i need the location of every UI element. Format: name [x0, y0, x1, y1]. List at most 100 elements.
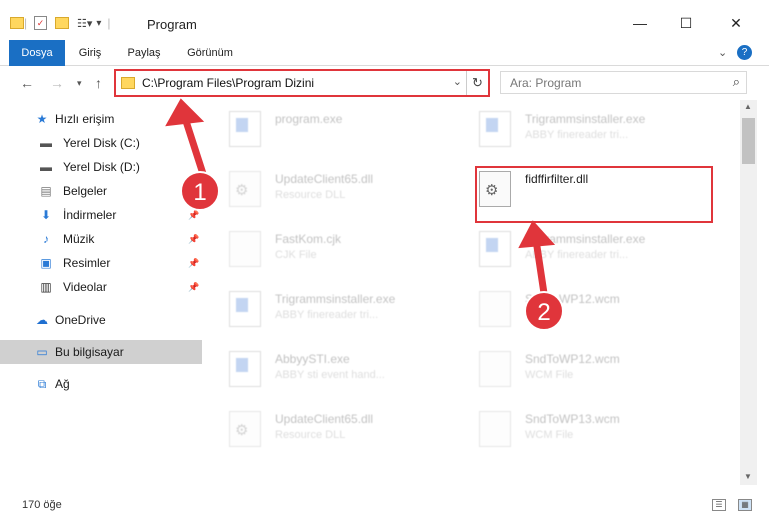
help-icon[interactable]: ?: [737, 45, 752, 60]
cloud-icon: ☁: [36, 313, 48, 327]
close-button[interactable]: ✕: [713, 8, 759, 38]
sidebar-item-this-pc[interactable]: ▭ Bu bilgisayar: [0, 340, 202, 364]
navigation-pane: ★ Hızlı erişim ▬ Yerel Disk (C:) ▬ Yerel…: [0, 100, 205, 485]
title-bar: | ✓ ☷▾ ▾ | Program — ☐ ✕: [0, 0, 769, 40]
video-icon: ▥: [40, 280, 52, 294]
file-type: Resource DLL: [275, 429, 346, 441]
sidebar-item-drive-c[interactable]: ▬ Yerel Disk (C:): [0, 131, 202, 155]
view-menu-icon[interactable]: ☷▾: [77, 17, 92, 30]
sidebar-item-label: Videolar: [63, 280, 107, 294]
sidebar-item-pictures[interactable]: ▣ Resimler 📌: [0, 251, 202, 275]
sidebar-item-label: Ağ: [55, 377, 70, 391]
file-icon: [479, 351, 511, 387]
pin-icon[interactable]: 📌: [188, 234, 199, 245]
back-arrow-icon[interactable]: ←: [20, 75, 34, 91]
folder-icon: [10, 17, 24, 29]
maximize-button[interactable]: ☐: [663, 8, 709, 38]
sidebar-item-label: Müzik: [63, 232, 95, 246]
pin-icon[interactable]: 📌: [188, 258, 199, 269]
music-icon: ♪: [43, 232, 49, 246]
scroll-down-icon[interactable]: ▼: [744, 472, 752, 481]
file-name: SndToWP12.wcm: [525, 352, 620, 366]
recent-locations-icon[interactable]: ▾: [77, 78, 82, 89]
sidebar-item-network[interactable]: ⧉ Ağ: [0, 372, 202, 396]
sidebar-item-label: OneDrive: [55, 313, 106, 327]
search-input[interactable]: Ara: Program: [510, 76, 581, 90]
expand-ribbon-icon[interactable]: ⌄: [718, 46, 727, 59]
file-type: CJK File: [275, 249, 317, 261]
file-item[interactable]: FastKom.cjk CJK File: [207, 224, 457, 276]
file-list: program.exe Trigrammsinstaller.exe ABBY …: [207, 100, 740, 485]
item-count: 170 öğe: [22, 499, 62, 511]
file-item[interactable]: SndToWP12.wcm WCM File: [457, 344, 707, 396]
file-item[interactable]: UpdateClient65.dll Resource DLL: [207, 404, 457, 456]
callout-1: 1: [180, 171, 220, 211]
sidebar-item-music[interactable]: ♪ Müzik 📌: [0, 227, 202, 251]
file-name: program.exe: [275, 112, 343, 126]
sidebar-item-quick-access[interactable]: ★ Hızlı erişim: [0, 107, 202, 131]
properties-icon[interactable]: ✓: [34, 16, 47, 30]
search-box[interactable]: Ara: Program ⌕: [500, 71, 747, 94]
file-type: Resource DLL: [275, 189, 346, 201]
vertical-scrollbar[interactable]: ▲ ▼: [740, 100, 757, 485]
file-item[interactable]: Trigrammsinstaller.exe ABBY finereader t…: [207, 284, 457, 336]
scroll-thumb[interactable]: [742, 118, 755, 164]
sidebar-item-documents[interactable]: ▤ Belgeler: [0, 179, 202, 203]
tab-gorunum[interactable]: Görünüm: [182, 40, 238, 66]
file-name: UpdateClient65.dll: [275, 412, 374, 426]
file-name: Trigrammsinstaller.exe: [525, 112, 646, 126]
highlight-box: [475, 166, 713, 223]
file-item[interactable]: UpdateClient65.dll Resource DLL: [207, 164, 457, 216]
sidebar-item-label: Yerel Disk (C:): [63, 136, 140, 150]
file-type: ABBY finereader tri...: [275, 309, 379, 321]
new-folder-icon[interactable]: [55, 17, 69, 29]
address-bar[interactable]: C:\Program Files\Program Dizini ⌄ ↻: [114, 69, 490, 97]
exe-file-icon: [479, 231, 511, 267]
pin-icon[interactable]: 📌: [188, 210, 199, 221]
file-name: Trigrammsinstaller.exe: [275, 292, 396, 306]
sidebar-item-label: Yerel Disk (D:): [63, 160, 140, 174]
file-icon: [479, 291, 511, 327]
tab-giris[interactable]: Giriş: [71, 40, 109, 66]
up-arrow-icon[interactable]: ↑: [95, 75, 102, 91]
file-type: ABBY sti event hand...: [275, 369, 385, 381]
file-item[interactable]: SndToWP13.wcm WCM File: [457, 404, 707, 456]
quick-access-toolbar: | ✓ ☷▾ ▾ |: [10, 14, 111, 32]
file-item[interactable]: program.exe: [207, 104, 457, 156]
sidebar-item-onedrive[interactable]: ☁ OneDrive: [0, 308, 202, 332]
exe-file-icon: [479, 111, 511, 147]
sidebar-item-label: Belgeler: [63, 184, 108, 198]
exe-file-icon: [229, 111, 261, 147]
file-item[interactable]: Trigrammsinstaller.exe ABBY finereader t…: [457, 104, 707, 156]
address-path[interactable]: C:\Program Files\Program Dizini: [142, 76, 314, 90]
refresh-icon[interactable]: ↻: [466, 71, 488, 95]
sidebar-item-label: Bu bilgisayar: [55, 345, 124, 359]
minimize-button[interactable]: —: [617, 8, 663, 38]
file-item[interactable]: SndToWP12.wcm: [457, 284, 707, 336]
file-icon: [229, 231, 261, 267]
details-view-icon[interactable]: ☰: [712, 499, 726, 511]
file-name: SndToWP13.wcm: [525, 412, 620, 426]
file-item[interactable]: AbbyySTI.exe ABBY sti event hand...: [207, 344, 457, 396]
tiles-view-icon[interactable]: ▦: [738, 499, 752, 511]
file-type: WCM File: [525, 369, 574, 381]
pin-icon[interactable]: 📌: [188, 282, 199, 293]
drive-icon: ▬: [40, 136, 52, 150]
sidebar-item-label: Resimler: [63, 256, 111, 270]
file-icon: [479, 411, 511, 447]
folder-icon: [121, 77, 135, 89]
tab-paylas[interactable]: Paylaş: [124, 40, 164, 66]
callout-2: 2: [524, 291, 564, 331]
pictures-icon: ▣: [40, 256, 52, 270]
sidebar-item-drive-d[interactable]: ▬ Yerel Disk (D:): [0, 155, 202, 179]
sidebar-item-videos[interactable]: ▥ Videolar 📌: [0, 275, 202, 299]
scroll-up-icon[interactable]: ▲: [744, 102, 752, 111]
search-icon[interactable]: ⌕: [733, 74, 740, 90]
chevron-down-icon[interactable]: ⌄: [453, 75, 462, 88]
file-item[interactable]: Trigrammsinstaller.exe ABBY finereader t…: [457, 224, 707, 276]
ribbon: Dosya Giriş Paylaş Görünüm ⌄ ?: [0, 40, 769, 92]
customize-toolbar-icon[interactable]: ▾: [96, 18, 101, 29]
forward-arrow-icon[interactable]: →: [50, 75, 64, 91]
file-name: FastKom.cjk: [275, 232, 342, 246]
sidebar-item-downloads[interactable]: ⬇ İndirmeler 📌: [0, 203, 202, 227]
